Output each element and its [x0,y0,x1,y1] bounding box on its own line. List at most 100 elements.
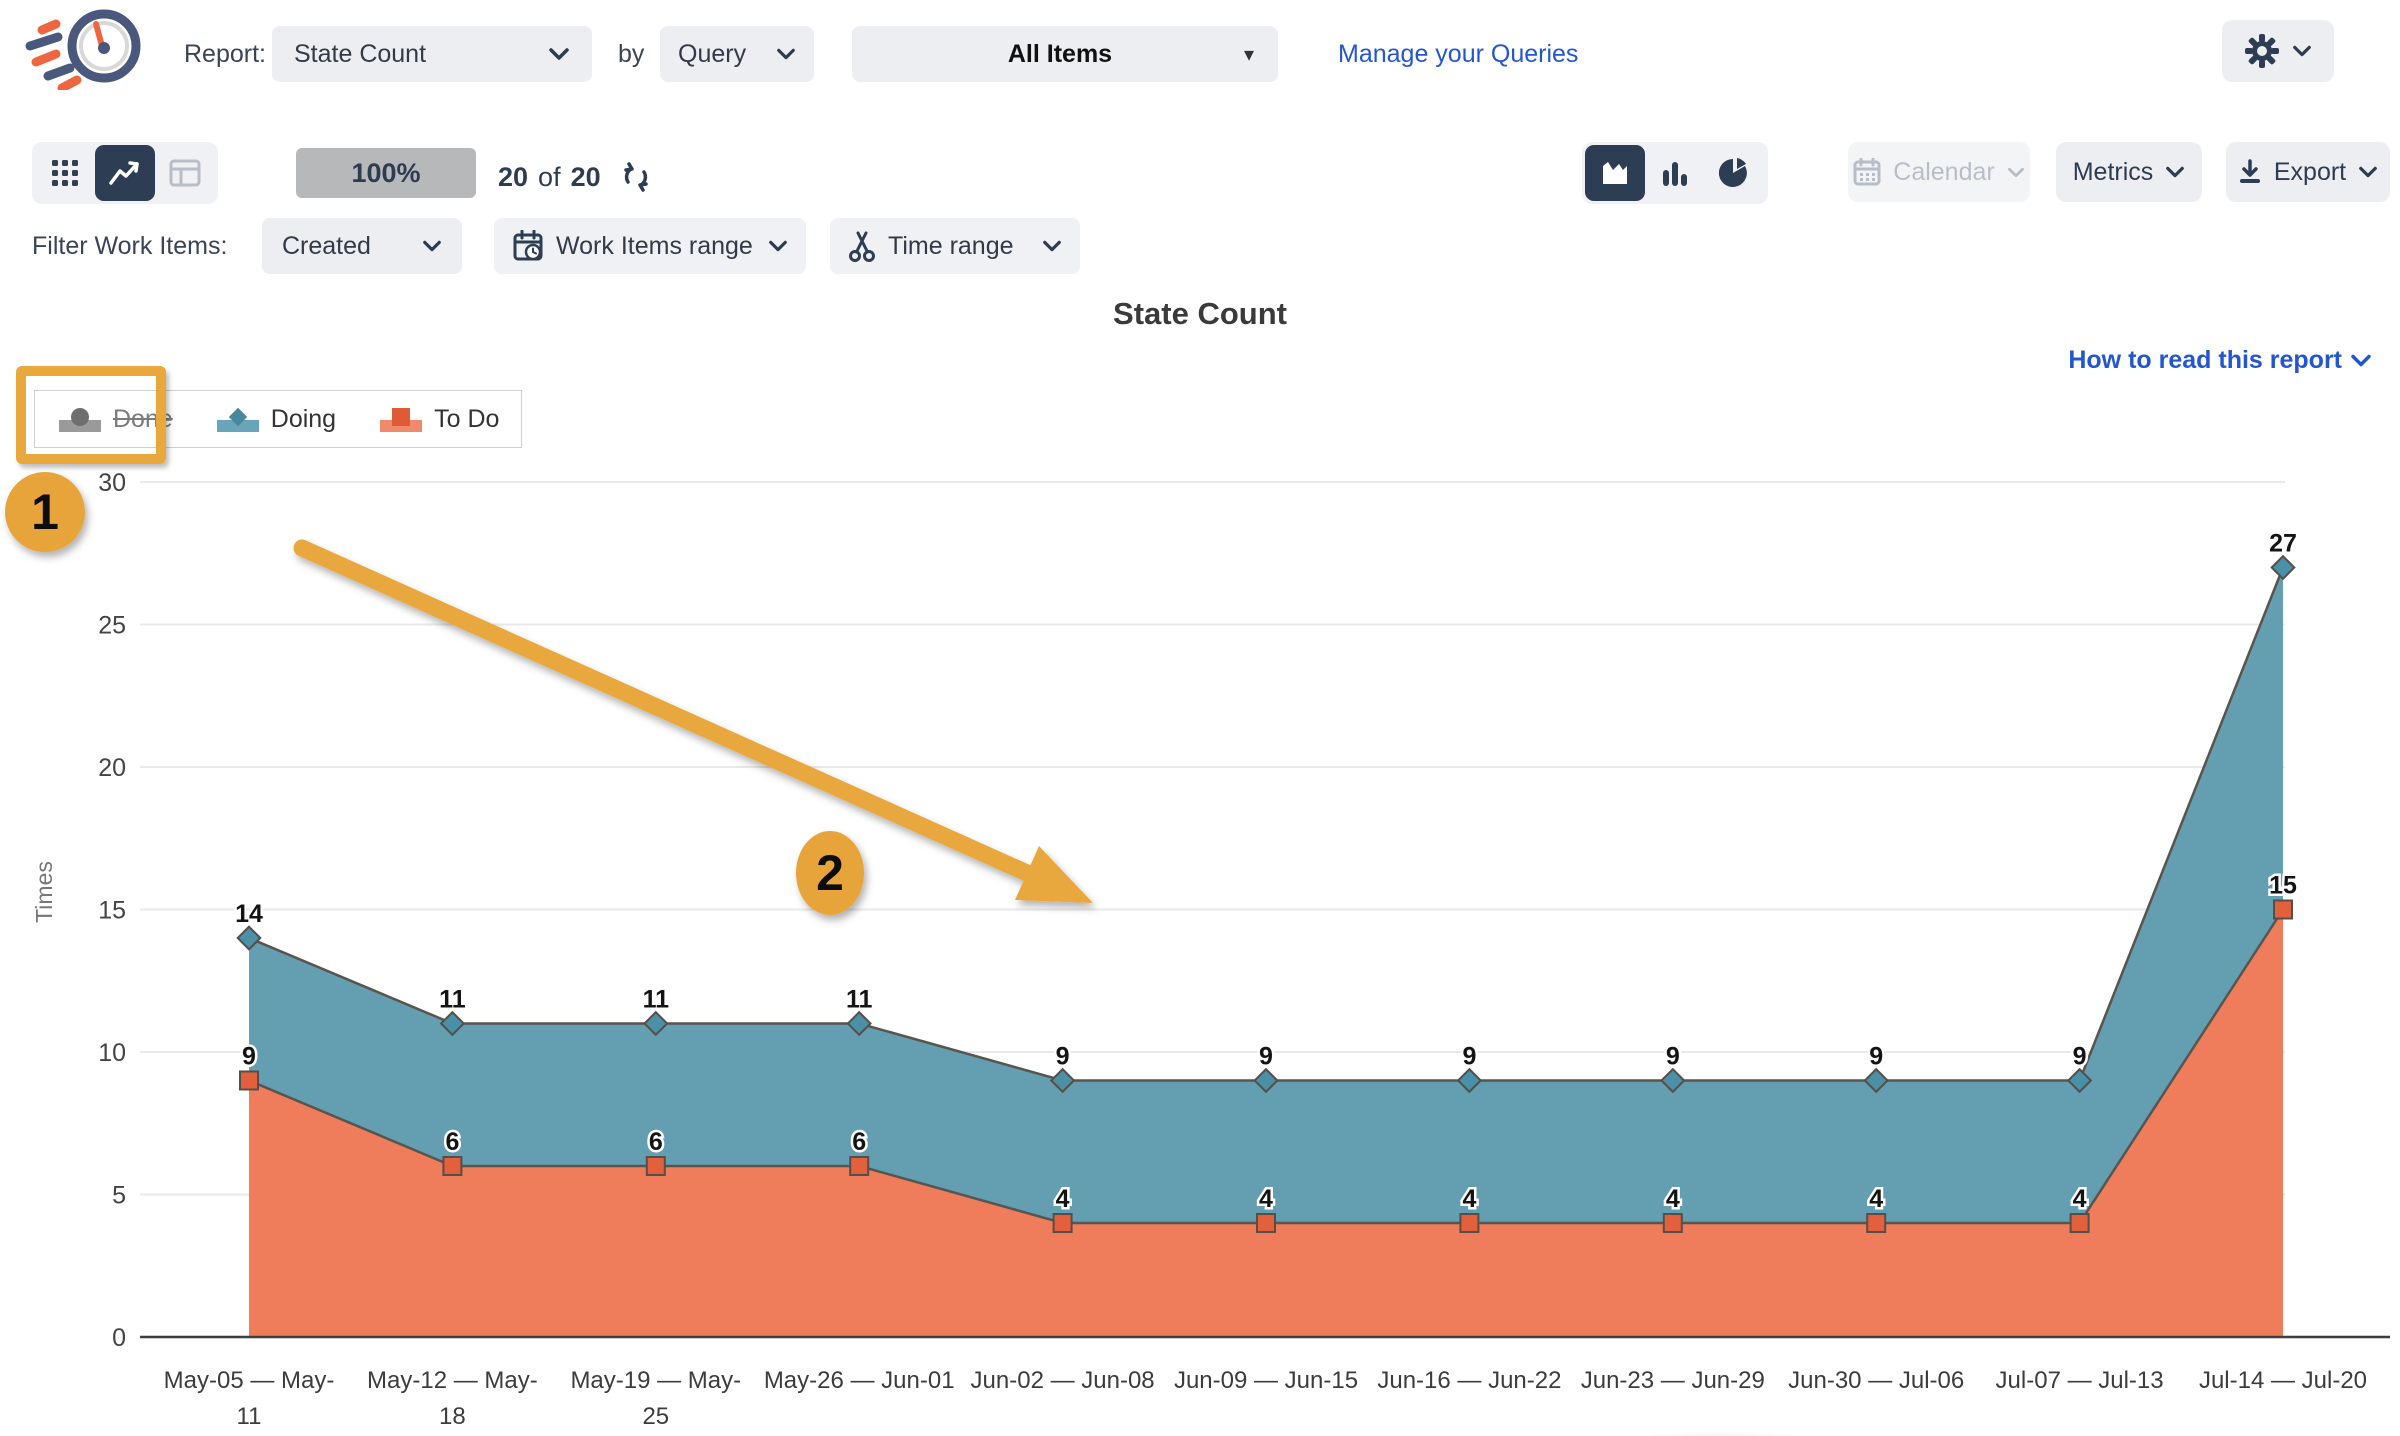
settings-button[interactable] [2222,20,2334,82]
count-of: of [538,162,561,193]
table-view-button[interactable] [155,145,215,201]
data-point-label: 9 [1056,1043,1070,1071]
group-by-select-value: Query [678,40,746,69]
group-by-select[interactable]: Query [660,26,814,82]
data-point-label: 11 [643,986,670,1014]
data-point-label: 4 [1259,1185,1273,1213]
chevron-down-icon [422,239,442,253]
data-point-marker[interactable] [2274,901,2292,919]
view-switcher [32,142,218,204]
table-layout-icon [169,159,201,187]
chevron-down-icon [2350,353,2372,368]
chevron-down-icon [768,239,788,253]
data-point-marker[interactable] [1054,1214,1072,1232]
export-label: Export [2274,158,2346,187]
chart-view-button[interactable] [95,145,155,201]
state-count-area-chart[interactable]: 051015202530Times14111111999999279666444… [0,440,2400,1436]
legend-item-to-do[interactable]: To Do [378,404,499,434]
chevron-down-icon [2358,165,2378,179]
data-point-label: 6 [852,1128,866,1156]
grid-view-button[interactable] [35,145,95,201]
chevron-down-icon [1042,239,1062,253]
refresh-icon[interactable] [619,160,653,194]
legend-marker-icon [378,404,424,434]
time-range-label: Time range [888,232,1014,261]
legend-label: To Do [434,405,499,434]
report-select[interactable]: State Count [272,26,592,82]
area-chart-button[interactable] [1585,145,1645,201]
download-icon [2238,159,2262,185]
app-logo [22,6,152,90]
bar-chart-button[interactable] [1645,145,1705,201]
data-point-label: 4 [1056,1185,1070,1213]
x-tick-label: Jul-07 — Jul-13 [1996,1367,2164,1394]
y-tick-label: 20 [98,754,126,782]
legend-label: Done [113,405,173,434]
data-point-label: 9 [242,1043,256,1071]
manage-queries-link[interactable]: Manage your Queries [1338,40,1578,69]
data-point-marker[interactable] [240,1072,258,1090]
line-series-doing [249,568,2283,1081]
item-count: 20 of 20 [498,160,653,194]
filter-created-select[interactable]: Created [262,218,462,274]
data-point-marker[interactable] [1460,1214,1478,1232]
data-point-marker[interactable] [647,1157,665,1175]
data-point-marker[interactable] [850,1157,868,1175]
y-tick-label: 10 [98,1039,126,1067]
chevron-down-icon [776,47,796,61]
data-point-marker[interactable] [1664,1214,1682,1232]
data-point-label: 4 [1666,1185,1680,1213]
pie-chart-button[interactable] [1705,145,1765,201]
chevron-down-icon [2007,166,2025,179]
legend-marker-icon [215,404,261,434]
x-tick-label: Jul-14 — Jul-20 [2199,1367,2367,1394]
calendar-button: Calendar [1848,142,2030,202]
data-point-marker[interactable] [1867,1214,1885,1232]
bar-chart-icon [1660,158,1690,188]
data-point-label: 9 [1666,1043,1680,1071]
how-to-read-label: How to read this report [2068,346,2342,375]
data-point-label: 15 [2269,872,2297,900]
x-tick-label: Jun-02 — Jun-08 [971,1367,1155,1394]
data-point-label: 9 [2073,1043,2087,1071]
y-tick-label: 5 [112,1182,126,1210]
chevron-down-icon [2292,44,2312,58]
count-total: 20 [571,162,601,193]
count-current: 20 [498,162,528,193]
how-to-read-link[interactable]: How to read this report [2068,346,2372,375]
data-point-marker[interactable] [2071,1214,2089,1232]
triangle-down-icon: ▾ [1244,42,1254,67]
x-tick-label: Jun-09 — Jun-15 [1174,1367,1358,1394]
x-tick-label: May-12 — May-18 [367,1367,538,1430]
data-point-marker[interactable] [2272,556,2295,579]
work-items-range-label: Work Items range [556,232,753,261]
report-label: Report: [184,40,266,69]
zoom-level-badge[interactable]: 100% [296,148,476,198]
x-tick-label: Jun-30 — Jul-06 [1788,1367,1964,1394]
filter-created-value: Created [282,232,371,261]
legend-item-done[interactable]: Done [57,404,173,434]
y-tick-label: 30 [98,469,126,497]
data-point-marker[interactable] [1257,1214,1275,1232]
work-items-range-button[interactable]: Work Items range [494,218,806,274]
query-select[interactable]: All Items ▾ [852,26,1278,82]
y-tick-label: 0 [112,1324,126,1352]
data-point-marker[interactable] [443,1157,461,1175]
chevron-down-icon [548,47,570,61]
report-select-value: State Count [294,40,426,69]
legend-marker-icon [57,404,103,434]
legend-item-doing[interactable]: Doing [215,404,336,434]
metrics-label: Metrics [2073,158,2154,187]
chevron-down-icon [2165,165,2185,179]
time-range-button[interactable]: Time range [830,218,1080,274]
x-tick-label: May-05 — May-11 [164,1367,335,1430]
metrics-button[interactable]: Metrics [2056,142,2202,202]
calendar-icon [1853,158,1881,186]
query-select-value: All Items [1008,40,1112,69]
y-axis-title: Times [31,861,57,923]
scissors-icon [848,230,876,262]
data-point-label: 6 [445,1128,459,1156]
grid-icon [50,158,80,188]
export-button[interactable]: Export [2226,142,2390,202]
data-point-label: 9 [1259,1043,1273,1071]
